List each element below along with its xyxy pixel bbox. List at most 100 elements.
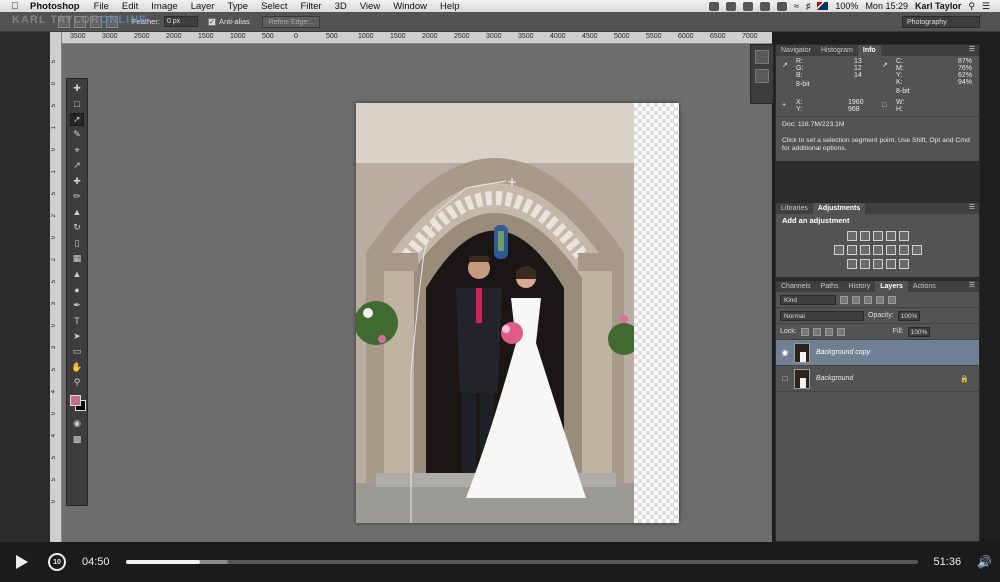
battery-percent[interactable]: 100% [835, 1, 858, 11]
polygonal-lasso-tool-icon[interactable]: ➚ [70, 112, 84, 126]
volume-icon[interactable]: 🔊 [977, 555, 992, 569]
tab-adjustments[interactable]: Adjustments [812, 203, 866, 214]
apple-icon[interactable]:  [0, 1, 30, 12]
panel-menu-icon[interactable]: ☰ [969, 45, 979, 56]
eye-off-icon[interactable]: □ [776, 374, 794, 383]
sync-icon[interactable] [759, 1, 770, 11]
layer-row[interactable]: □ Background 🔒 [776, 366, 979, 392]
panel-menu-icon[interactable]: ☰ [969, 281, 979, 292]
channel-mixer-icon[interactable] [898, 245, 909, 255]
black-white-icon[interactable] [872, 245, 883, 255]
eraser-tool-icon[interactable]: ▯ [70, 237, 84, 250]
color-swatches[interactable] [67, 392, 87, 414]
clock[interactable]: Mon 15:29 [865, 1, 908, 11]
photo-filter-icon[interactable] [885, 245, 896, 255]
tab-layers[interactable]: Layers [875, 281, 908, 292]
menu-image[interactable]: Image [151, 1, 177, 12]
selective-color-icon[interactable] [885, 259, 896, 269]
menu-view[interactable]: View [360, 1, 380, 12]
curves-icon[interactable] [872, 231, 883, 241]
menu-type[interactable]: Type [227, 1, 248, 12]
screen-icon[interactable] [742, 1, 753, 11]
color-balance-icon[interactable] [859, 245, 870, 255]
exposure-icon[interactable] [885, 231, 896, 241]
pen-tool-icon[interactable]: ✒ [70, 299, 84, 312]
ruler-top[interactable]: 3500 3000 2500 2000 1500 1000 500 0 500 1000 1500 2… [62, 32, 790, 44]
document[interactable]: + [356, 103, 679, 523]
foreground-color-swatch[interactable] [70, 395, 81, 406]
blend-mode-select[interactable]: Normal [780, 310, 864, 321]
layer-name[interactable]: Background [816, 375, 853, 382]
app-name[interactable]: Photoshop [30, 1, 80, 12]
rectangle-tool-icon[interactable]: ▭ [70, 345, 84, 358]
color-lookup-icon[interactable] [911, 245, 922, 255]
menu-filter[interactable]: Filter [300, 1, 321, 12]
layer-row[interactable]: ◉ Background copy [776, 340, 979, 366]
menu-layer[interactable]: Layer [191, 1, 215, 12]
tab-channels[interactable]: Channels [776, 281, 816, 292]
filter-adjustment-icon[interactable] [852, 295, 860, 304]
filter-pixel-icon[interactable] [840, 295, 848, 304]
history-brush-tool-icon[interactable]: ↻ [70, 221, 84, 234]
levels-icon[interactable] [859, 231, 870, 241]
vibrance-icon[interactable] [833, 245, 844, 255]
marquee-tool-icon[interactable]: □ [70, 97, 84, 110]
brush-tool-icon[interactable]: ✏ [70, 190, 84, 203]
spotlight-icon[interactable]: ⚲ [968, 1, 975, 12]
gradient-tool-icon[interactable]: ▦ [70, 252, 84, 265]
user-name[interactable]: Karl Taylor [915, 1, 961, 11]
menu-select[interactable]: Select [261, 1, 287, 12]
wifi-icon[interactable]: ≈ [794, 1, 799, 11]
lock-pixels-icon[interactable] [800, 327, 809, 336]
dodge-tool-icon[interactable]: ● [70, 283, 84, 296]
eye-icon[interactable]: ◉ [776, 348, 794, 357]
dropbox-icon[interactable] [708, 1, 719, 11]
healing-brush-tool-icon[interactable]: ✚ [70, 175, 84, 188]
brush-presets-icon[interactable] [755, 50, 769, 64]
filter-shape-icon[interactable] [876, 295, 884, 304]
tab-histogram[interactable]: Histogram [816, 45, 858, 56]
gradient-adjust-icon[interactable] [898, 231, 909, 241]
hand-tool-icon[interactable]: ✋ [70, 361, 84, 374]
tool-presets-icon[interactable] [755, 69, 769, 83]
lock-paint-icon[interactable] [812, 327, 821, 336]
menu-help[interactable]: Help [440, 1, 460, 12]
tab-history[interactable]: History [843, 281, 875, 292]
uk-flag-icon[interactable] [817, 2, 829, 10]
threshold-icon[interactable] [872, 259, 883, 269]
progress-bar[interactable] [125, 560, 918, 564]
feather-input[interactable]: 0 px [163, 16, 198, 27]
move-tool-icon[interactable]: ✚ [70, 82, 84, 95]
ruler-left[interactable]: 505101520253035404550 [50, 32, 62, 542]
quick-mask-icon[interactable]: ◉ [70, 417, 84, 430]
tab-navigator[interactable]: Navigator [776, 45, 816, 56]
type-tool-icon[interactable]: T [70, 314, 84, 327]
layer-name[interactable]: Background copy [816, 349, 870, 356]
anti-alias-checkbox[interactable]: ✓ [207, 17, 216, 26]
menu-edit[interactable]: Edit [122, 1, 138, 12]
bluetooth-icon[interactable] [776, 1, 787, 11]
lock-position-icon[interactable] [824, 327, 833, 336]
zoom-tool-icon[interactable]: ⚲ [70, 376, 84, 389]
wedding-photo[interactable]: + [356, 103, 634, 523]
screen-mode-icon[interactable]: ▩ [70, 433, 84, 446]
blur-tool-icon[interactable]: ▲ [70, 268, 84, 281]
kind-filter-select[interactable]: Kind [780, 294, 836, 305]
menu-3d[interactable]: 3D [335, 1, 347, 12]
hue-saturation-icon[interactable] [846, 245, 857, 255]
filter-smart-icon[interactable] [888, 295, 896, 304]
brightness-contrast-icon[interactable] [846, 231, 857, 241]
lock-all-icon[interactable] [836, 327, 845, 336]
menu-window[interactable]: Window [393, 1, 427, 12]
tab-paths[interactable]: Paths [816, 281, 844, 292]
workspace-select[interactable]: Photography [902, 16, 980, 28]
opacity-input[interactable]: 100% [897, 310, 920, 321]
tab-libraries[interactable]: Libraries [776, 203, 813, 214]
volume-icon[interactable]: ♯ [806, 1, 811, 11]
tab-info[interactable]: Info [857, 45, 881, 56]
fill-input[interactable]: 100% [907, 326, 930, 337]
posterize-icon[interactable] [859, 259, 870, 269]
evernote-icon[interactable] [725, 1, 736, 11]
tab-actions[interactable]: Actions [908, 281, 941, 292]
path-selection-tool-icon[interactable]: ➤ [70, 330, 84, 343]
